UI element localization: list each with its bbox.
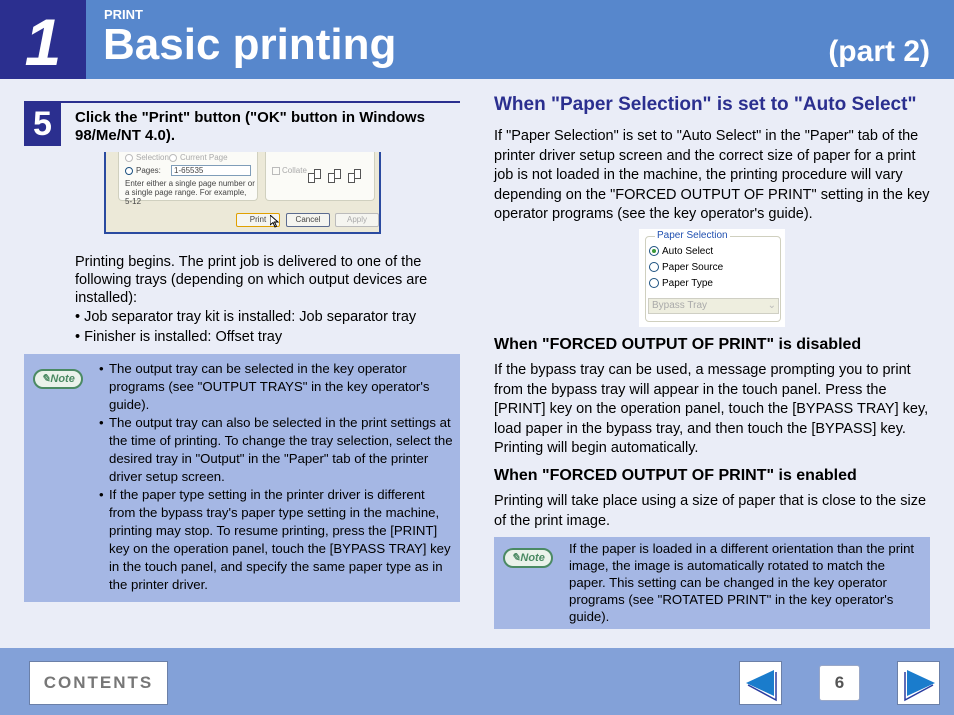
section-heading: When "Paper Selection" is set to "Auto S… [494,94,917,115]
print-dialog-screenshot: Selection Current Page Pages: 1-65535 En… [104,152,381,234]
pages-input: 1-65535 [171,165,251,176]
radio-auto-select: Auto Select [649,246,713,257]
note-badge: ✎Note [33,369,83,389]
note-box-right: ✎Note If the paper is loaded in a differ… [494,537,930,629]
chapter-number: 1 [0,0,86,79]
radio-paper-source: Paper Source [649,262,723,273]
right-arrow-icon [904,670,935,702]
body-paragraph: Printing begins. The print job is delive… [75,254,428,306]
note-item: The output tray can be selected in the k… [99,360,454,414]
radio-selection: Selection [125,153,169,162]
page-number: 6 [819,665,860,701]
note-list: The output tray can be selected in the k… [99,360,454,594]
apply-button: Apply [335,213,379,227]
page-range-hint: Enter either a single page number or a s… [125,179,255,206]
radio-current-page: Current Page [169,153,228,162]
chevron-down-icon: ⌄ [767,300,776,311]
bullet-item: • Job separator tray kit is installed: J… [75,309,417,325]
note-item: If the paper type setting in the printer… [99,486,454,594]
note-text: If the paper is loaded in a different or… [569,541,915,624]
enabled-heading: When "FORCED OUTPUT OF PRINT" is enabled [494,467,857,484]
page-header: 1 PRINT Basic printing (part 2) [0,0,954,79]
paper-selection-group: Paper Selection Auto Select Paper Source… [645,230,781,322]
copies-group: Collate [265,152,375,201]
enabled-paragraph: Printing will take place using a size of… [494,493,927,529]
tray-dropdown: Bypass Tray ⌄ [648,298,779,314]
part-label: (part 2) [828,35,930,68]
note-box-left: ✎Note The output tray can be selected in… [24,354,460,602]
page-range-group: Selection Current Page Pages: 1-65535 En… [118,152,258,206]
cancel-button[interactable]: Cancel [286,213,330,227]
note-badge: ✎Note [503,548,553,568]
paper-selection-legend: Paper Selection [655,230,730,241]
bullet-item: • Finisher is installed: Offset tray [75,329,283,345]
disabled-heading: When "FORCED OUTPUT OF PRINT" is disable… [494,336,862,353]
collate-pages-icon [308,169,378,189]
radio-pages: Pages: [125,166,161,175]
left-arrow-icon [746,670,777,702]
note-item: The output tray can also be selected in … [99,414,454,486]
disabled-paragraph: If the bypass tray can be used, a messag… [494,362,929,456]
radio-selected-icon [649,246,659,257]
intro-paragraph: If "Paper Selection" is set to "Auto Sel… [494,128,930,222]
radio-paper-type: Paper Type [649,278,713,289]
step-5: 5 Click the "Print" button ("OK" button … [24,101,460,146]
contents-button[interactable]: CONTENTS [29,661,168,705]
left-body: Printing begins. The print job is delive… [75,253,460,347]
previous-page-button[interactable] [739,661,782,705]
next-page-button[interactable] [897,661,940,705]
paper-selection-screenshot: Paper Selection Auto Select Paper Source… [639,229,785,327]
page-title: Basic printing [103,20,397,69]
step-number: 5 [24,103,61,146]
mouse-cursor-icon [270,215,279,228]
collate-checkbox: Collate [272,166,307,175]
step-instruction: Click the "Print" button ("OK" button in… [75,109,425,144]
